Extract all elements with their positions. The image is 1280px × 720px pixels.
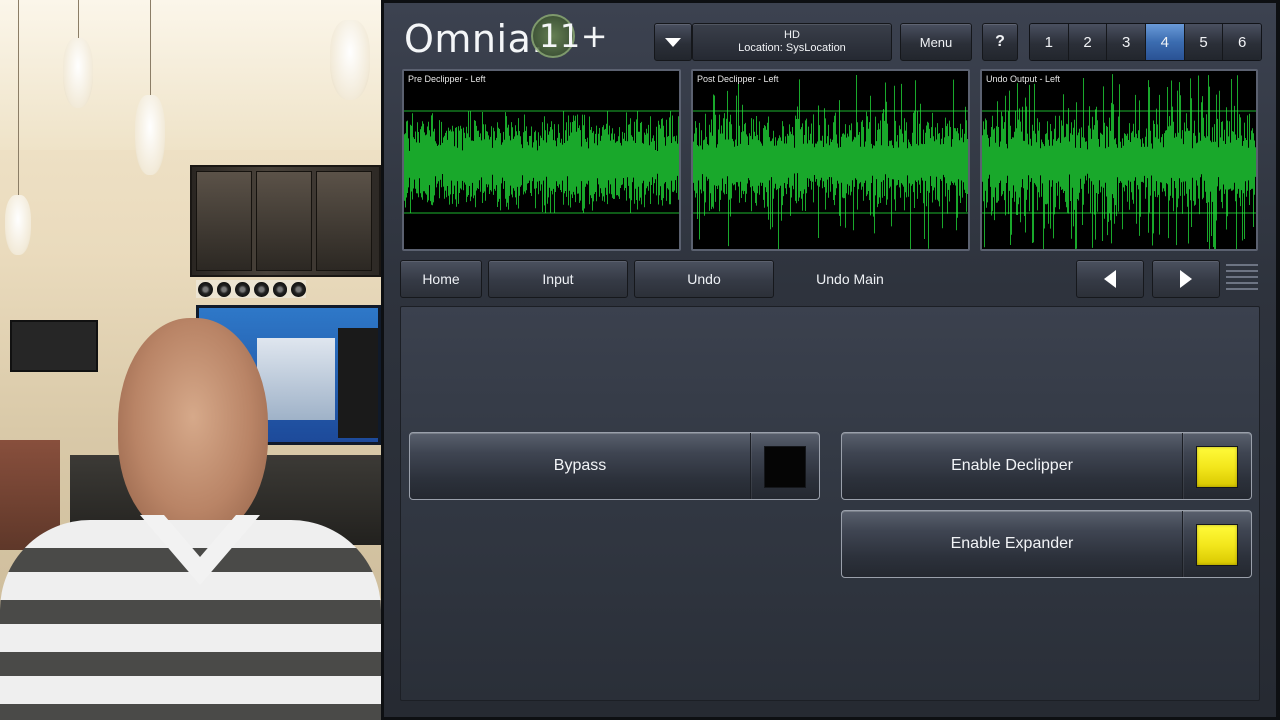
scope-title: Undo Output - Left [986,74,1061,84]
cabinet-door [256,171,312,271]
enable-declipper-toggle[interactable]: Enable Declipper [841,432,1252,500]
preset-display: HD Location: SysLocation [692,23,892,61]
lamp-wire [78,0,79,40]
omnia-app-window: Omnia. 11+ HD Location: SysLocation Menu… [381,0,1280,720]
waveform-path [982,74,1256,249]
number-button-6[interactable]: 6 [1223,24,1261,60]
lamp-wire [18,0,19,195]
pendant-lamp [63,38,93,108]
home-button[interactable]: Home [400,260,482,298]
logo-text: Omnia. [404,17,544,61]
menu-button[interactable]: Menu [900,23,972,61]
navigation-bar: Home Input Undo Undo Main [400,260,1260,300]
webcam-overlay [0,0,381,720]
enable-expander-toggle[interactable]: Enable Expander [841,510,1252,578]
grip-lines-icon[interactable] [1226,264,1258,296]
number-button-5[interactable]: 5 [1184,24,1224,60]
bypass-toggle[interactable]: Bypass [409,432,820,500]
help-button[interactable]: ? [982,23,1018,61]
waveform-trace [693,75,968,249]
number-button-1[interactable]: 1 [1030,24,1069,60]
room-ceiling [0,0,381,150]
arrow-right-icon [1180,270,1192,288]
scope-pre-declipper[interactable]: Pre Declipper - Left [402,69,681,251]
cabinet-door [316,171,372,271]
monitor-screen [257,338,335,420]
lamp-wire [150,0,151,95]
undo-main-panel: Bypass Enable Declipper Enable Expander [400,306,1260,701]
scope-title: Post Declipper - Left [697,74,779,84]
scope-title: Pre Declipper - Left [408,74,486,84]
declipper-indicator [1196,446,1238,488]
undo-button[interactable]: Undo [634,260,774,298]
bypass-label: Bypass [553,457,607,474]
top-bar: Omnia. 11+ HD Location: SysLocation Menu… [384,3,1277,67]
wall-tv [10,320,98,372]
scope-undo-output[interactable]: Undo Output - Left [980,69,1258,251]
preset-number-group: 1 2 3 4 5 6 [1029,23,1262,61]
expander-indicator [1196,524,1238,566]
pendant-lamp [5,195,31,255]
preset-dropdown-button[interactable] [654,23,692,61]
cabinet-door [196,171,252,271]
previous-page-button[interactable] [1076,260,1144,298]
person-head [118,318,268,538]
omnia-logo: Omnia. 11+ [404,14,608,61]
divider [1182,433,1183,499]
logo-suffix: 11+ [539,17,609,55]
waveform-trace [404,110,679,214]
scope-post-declipper[interactable]: Post Declipper - Left [691,69,970,251]
number-button-3[interactable]: 3 [1107,24,1147,60]
pendant-lamp [135,95,165,175]
divider [1182,511,1183,577]
waveform-path [404,111,679,213]
number-button-2[interactable]: 2 [1068,24,1108,60]
bypass-indicator [764,446,806,488]
waveform-path [693,75,968,249]
next-page-button[interactable] [1152,260,1220,298]
undo-main-breadcrumb: Undo Main [816,271,884,287]
input-button[interactable]: Input [488,260,628,298]
divider [750,433,751,499]
arrow-left-icon [1104,270,1116,288]
waveform-trace [982,74,1256,249]
wall-cabinet [190,165,381,277]
preset-location: Location: SysLocation [738,42,846,54]
speaker-row [196,280,307,298]
enable-declipper-label: Enable Declipper [951,457,1073,474]
triangle-down-icon [665,38,681,47]
preset-name: HD [784,29,800,41]
monitor-logo [338,328,378,438]
enable-expander-label: Enable Expander [950,535,1074,552]
pendant-lamp [330,20,370,100]
number-button-4[interactable]: 4 [1146,24,1185,60]
